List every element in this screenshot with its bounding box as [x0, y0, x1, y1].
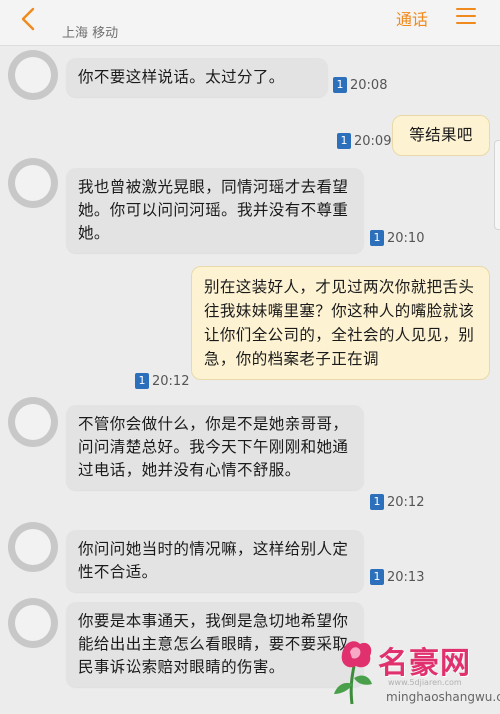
call-button[interactable]: 通话: [396, 6, 428, 30]
avatar[interactable]: [8, 397, 58, 447]
message-bubble-incoming[interactable]: 你问问她当时的情况嘛，这样给别人定性不合适。: [66, 530, 364, 592]
carrier-label: 上海 移动: [62, 26, 119, 41]
menu-icon[interactable]: [456, 8, 476, 26]
message-meta: 1 20:12: [135, 373, 189, 389]
message-time: 20:09: [354, 133, 392, 149]
message-time: 20:12: [152, 373, 190, 389]
message-meta: 1 20:13: [370, 569, 424, 585]
avatar[interactable]: [8, 598, 58, 648]
watermark-small-url: www.5djiaren.com: [388, 678, 462, 687]
sim-card-icon: 1: [135, 373, 149, 389]
message-meta: 1 20:12: [370, 494, 424, 510]
message-time: 20:12: [387, 494, 425, 510]
message-bubble-incoming[interactable]: 不管你会做什么，你是不是她亲哥哥，问问清楚总好。我今天下午刚刚和她通过电话，她并…: [66, 405, 364, 490]
avatar[interactable]: [8, 522, 58, 572]
sim-card-icon: 1: [370, 494, 384, 510]
watermark-logo: 名豪网 www.5djiaren.com minghaoshangwu.com: [330, 632, 500, 714]
chevron-left-icon[interactable]: [16, 6, 42, 32]
message-bubble-incoming[interactable]: 你要是本事通天，我倒是急切地希望你能给出出主意怎么看眼睛，要不要采取民事诉讼索赔…: [66, 602, 364, 687]
avatar[interactable]: [8, 158, 58, 208]
message-time: 20:13: [387, 569, 425, 585]
message-time: 20:10: [387, 230, 425, 246]
flower-logo-icon: [334, 641, 372, 705]
message-bubble-incoming[interactable]: 你不要这样说话。太过分了。: [66, 58, 328, 97]
watermark-url: minghaoshangwu.com: [386, 690, 500, 704]
message-time: 20:08: [350, 77, 388, 93]
scroll-handle[interactable]: [494, 140, 500, 230]
message-meta: 1 20:10: [370, 230, 424, 246]
watermark-title: 名豪网: [378, 646, 471, 681]
sim-card-icon: 1: [370, 230, 384, 246]
sim-card-icon: 1: [370, 569, 384, 585]
sim-card-icon: 1: [337, 133, 351, 149]
message-bubble-outgoing[interactable]: 等结果吧: [392, 115, 490, 156]
message-meta: 1 20:08: [333, 77, 387, 93]
conversation-header: 上海 移动 通话: [0, 0, 500, 46]
avatar[interactable]: [8, 50, 58, 100]
message-bubble-outgoing[interactable]: 别在这装好人，才见过两次你就把舌头往我妹妹嘴里塞？你这种人的嘴脸就该让你们全公司…: [191, 266, 490, 380]
sim-card-icon: 1: [333, 77, 347, 93]
message-bubble-incoming[interactable]: 我也曾被激光晃眼，同情河瑶才去看望她。你可以问问河瑶。我并没有不尊重她。: [66, 168, 364, 253]
message-meta: 1 20:09: [337, 133, 391, 149]
